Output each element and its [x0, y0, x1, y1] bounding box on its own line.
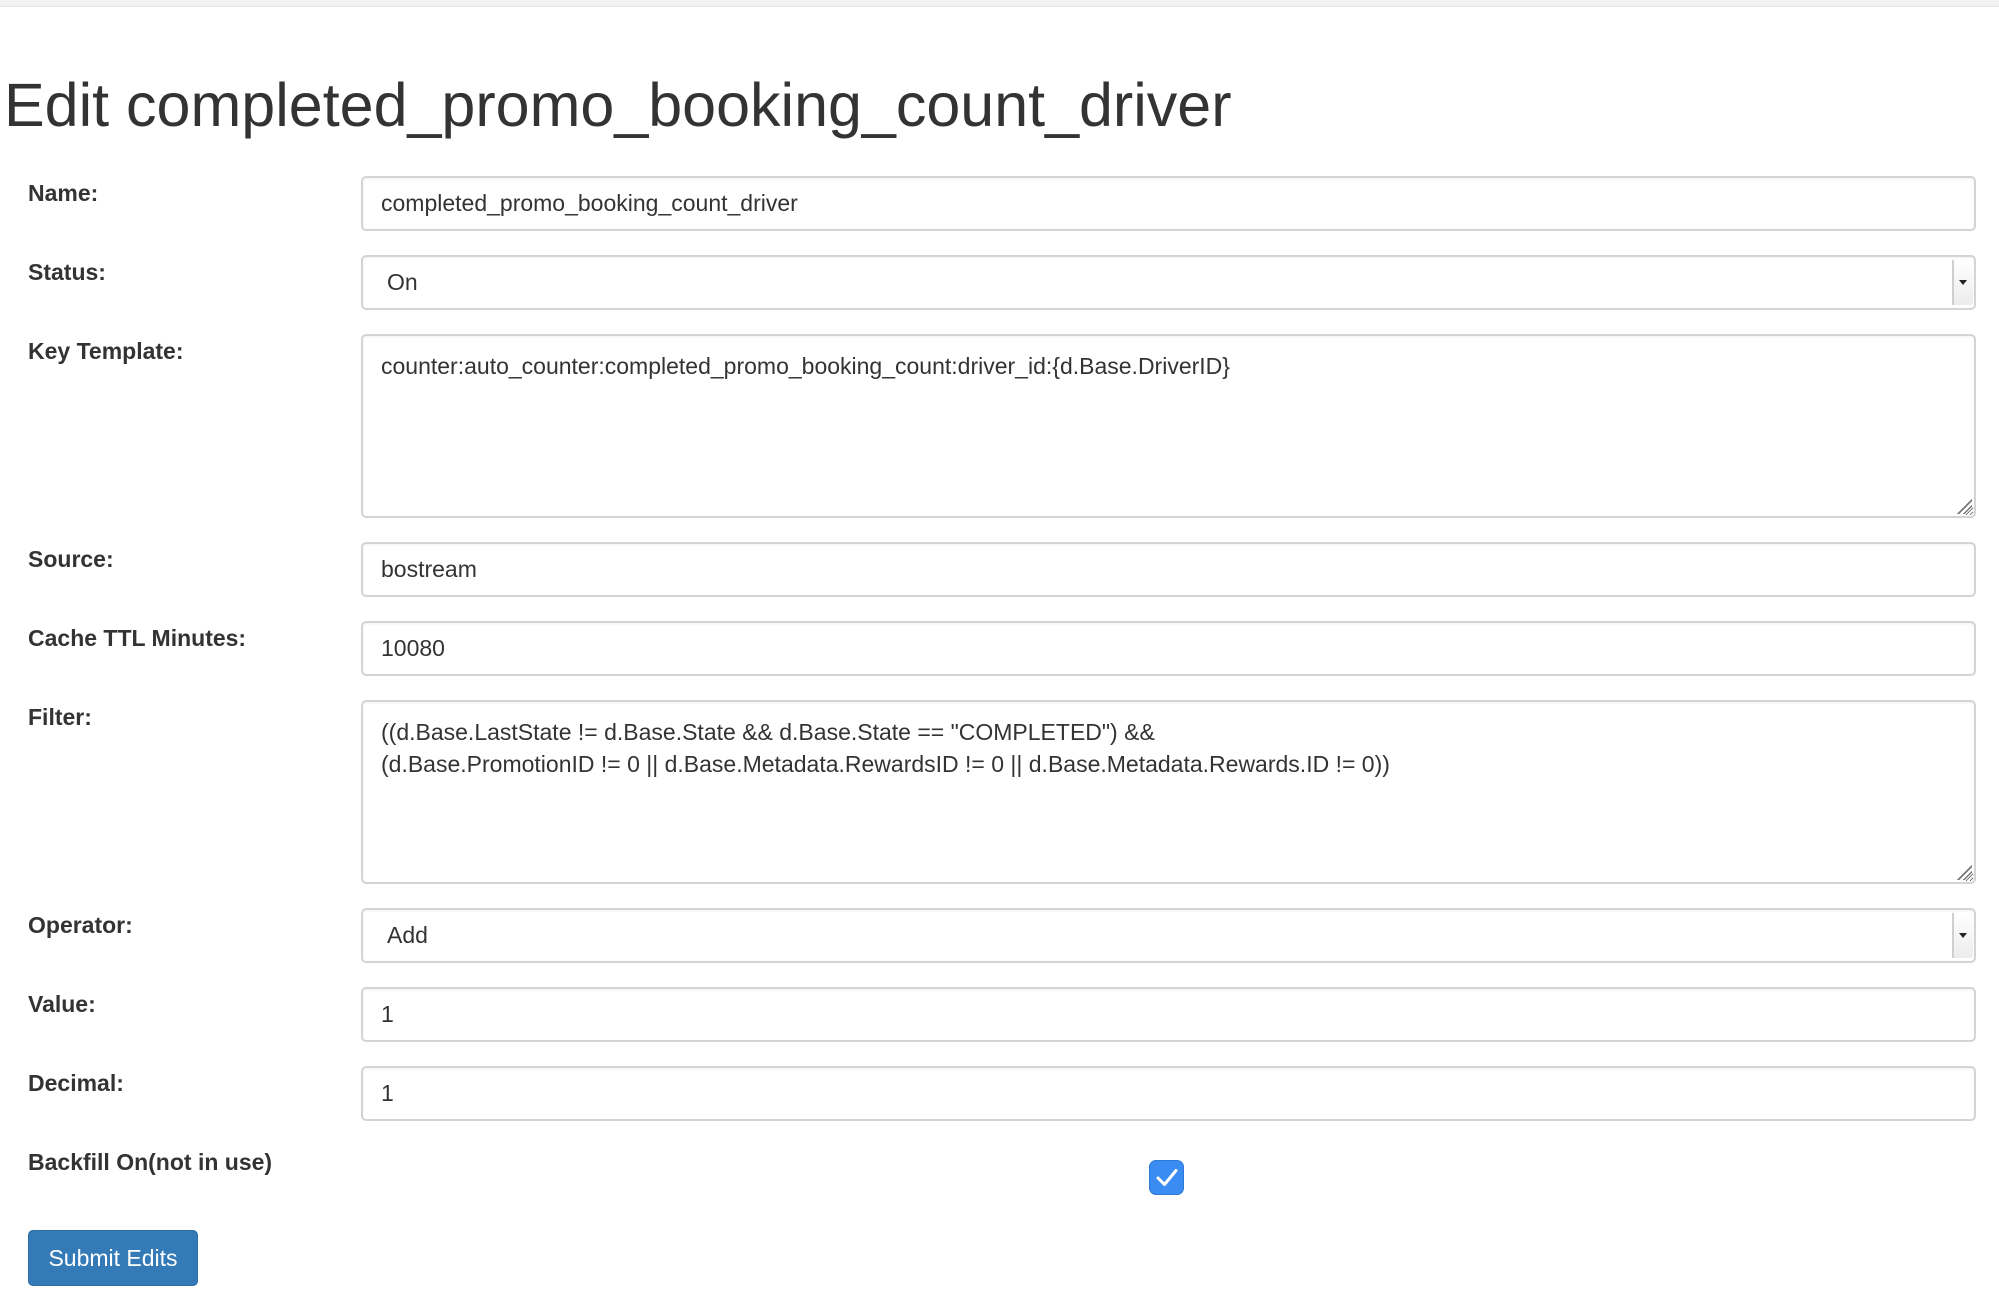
page-title: Edit completed_promo_booking_count_drive… — [4, 71, 1232, 139]
cache-ttl-label: Cache TTL Minutes: — [28, 625, 247, 651]
filter-wrapper: ((d.Base.LastState != d.Base.State && d.… — [361, 700, 1976, 884]
chevron-down-icon — [1952, 913, 1973, 958]
source-label: Source: — [28, 546, 114, 572]
filter-textarea[interactable]: ((d.Base.LastState != d.Base.State && d.… — [361, 700, 1976, 884]
operator-selected-value: Add — [387, 922, 428, 948]
decimal-label: Decimal: — [28, 1070, 124, 1096]
status-selected-value: On — [387, 269, 418, 295]
backfill-checkbox[interactable] — [1149, 1160, 1184, 1195]
submit-edits-button[interactable]: Submit Edits — [28, 1230, 198, 1286]
name-input[interactable] — [361, 176, 1976, 231]
filter-label: Filter: — [28, 704, 92, 730]
status-select[interactable]: On — [361, 255, 1976, 310]
name-label: Name: — [28, 180, 99, 206]
source-row: Source: — [0, 542, 1999, 602]
backfill-label: Backfill On(not in use) — [28, 1149, 273, 1175]
status-label: Status: — [28, 259, 106, 285]
chevron-down-icon — [1952, 260, 1973, 305]
edit-counter-page: Edit completed_promo_booking_count_drive… — [0, 0, 1999, 1312]
operator-label: Operator: — [28, 912, 133, 938]
key-template-row: Key Template: counter:auto_counter:compl… — [0, 334, 1999, 524]
key-template-label: Key Template: — [28, 338, 184, 364]
value-row: Value: — [0, 987, 1999, 1047]
source-input[interactable] — [361, 542, 1976, 597]
decimal-row: Decimal: — [0, 1066, 1999, 1126]
key-template-textarea[interactable]: counter:auto_counter:completed_promo_boo… — [361, 334, 1976, 518]
checkmark-icon — [1156, 1169, 1178, 1186]
operator-row: Operator: Add — [0, 908, 1999, 968]
status-row: Status: On — [0, 255, 1999, 315]
name-row: Name: — [0, 176, 1999, 236]
filter-row: Filter: ((d.Base.LastState != d.Base.Sta… — [0, 700, 1999, 890]
backfill-row: Backfill On(not in use) — [0, 1145, 1999, 1205]
key-template-wrapper: counter:auto_counter:completed_promo_boo… — [361, 334, 1976, 518]
value-label: Value: — [28, 991, 96, 1017]
cache-ttl-row: Cache TTL Minutes: — [0, 621, 1999, 681]
decimal-input[interactable] — [361, 1066, 1976, 1121]
cache-ttl-input[interactable] — [361, 621, 1976, 676]
operator-select[interactable]: Add — [361, 908, 1976, 963]
value-input[interactable] — [361, 987, 1976, 1042]
